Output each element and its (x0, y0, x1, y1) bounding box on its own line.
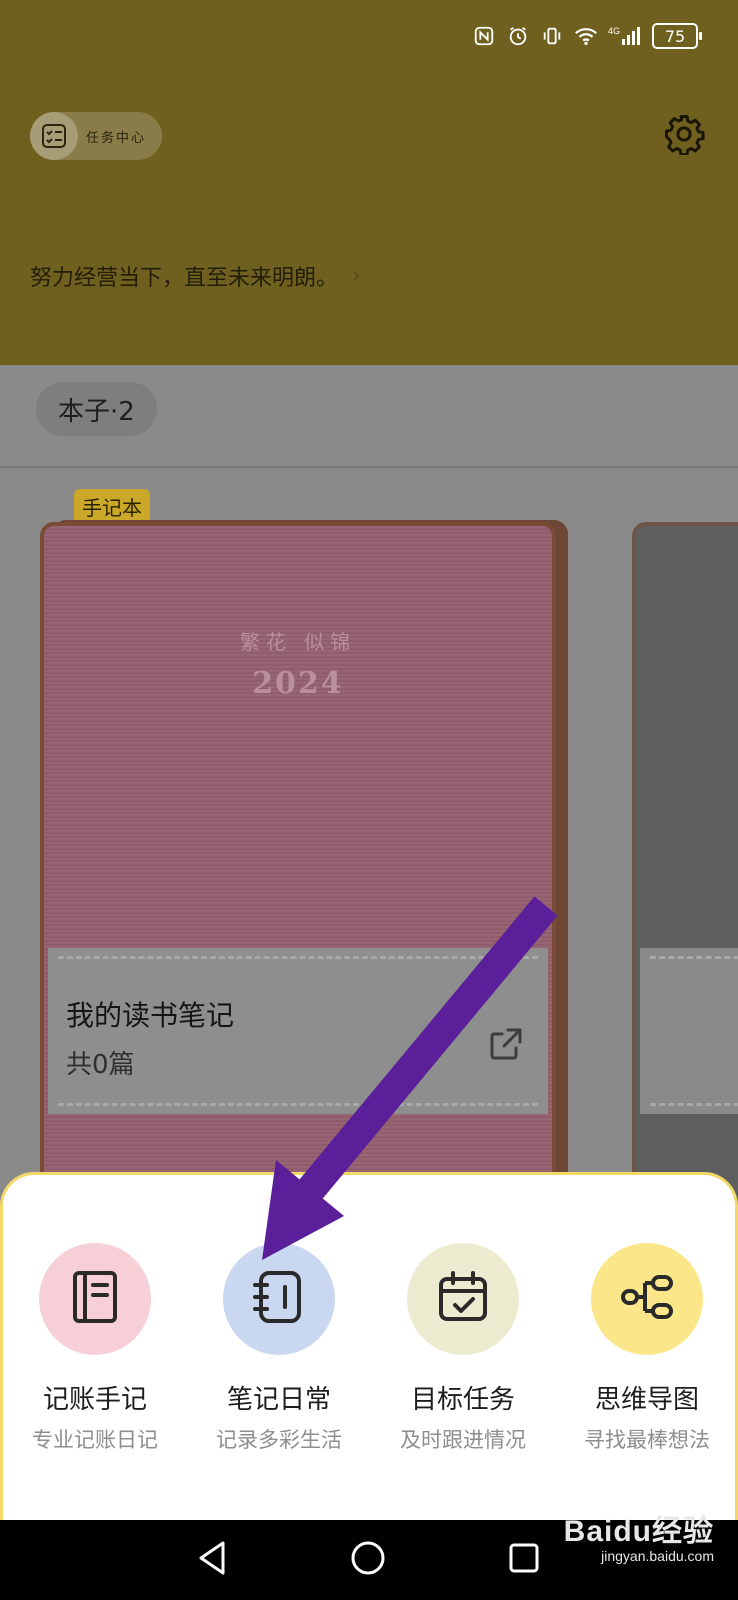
nfc-icon (472, 24, 496, 48)
notebook-type-tag: 手记本 (74, 489, 150, 523)
gear-icon (663, 113, 705, 159)
settings-button[interactable] (660, 112, 708, 160)
notebook-card[interactable]: 繁花 似锦 2024 我的读书笔记 共0篇 (40, 522, 556, 1212)
watermark-url: jingyan.baidu.com (601, 1548, 714, 1564)
notebook-count: 共0篇 (66, 1050, 135, 1080)
dashed-line (650, 956, 738, 959)
motto-link[interactable]: 努力经营当下，直至未来明朗。 › (30, 260, 361, 292)
watermark-brand: Baidu经验 (563, 1515, 714, 1548)
network-label: 4G (608, 26, 620, 36)
action-title: 记账手记 (42, 1385, 147, 1415)
action-goal-tasks[interactable]: 目标任务 及时跟进情况 (371, 1243, 555, 1454)
back-button[interactable] (190, 1538, 234, 1582)
action-subtitle: 寻找最棒想法 (584, 1428, 710, 1452)
action-subtitle: 专业记账日记 (32, 1428, 158, 1452)
dashed-line (58, 956, 538, 959)
task-center-label: 任务中心 (86, 130, 147, 146)
status-bar: 4G 75 (472, 20, 702, 52)
checklist-icon (30, 112, 78, 160)
calendar-check-icon (433, 1267, 493, 1331)
divider (0, 466, 738, 468)
dashed-line (58, 1103, 538, 1106)
action-mind-map[interactable]: 思维导图 寻找最棒想法 (555, 1243, 738, 1454)
action-ledger-notes[interactable]: 记账手记 专业记账日记 (3, 1243, 187, 1454)
notebook-card-2[interactable] (632, 522, 738, 1212)
cover-motto: 繁花 似锦 (239, 630, 357, 654)
notebook-title: 我的读书笔记 (66, 999, 235, 1032)
task-center-button[interactable]: 任务中心 (30, 112, 163, 160)
mind-map-icon (617, 1267, 677, 1331)
motto-text: 努力经营当下，直至未来明朗。 (30, 266, 339, 291)
action-title: 目标任务 (410, 1385, 515, 1415)
recents-button[interactable] (502, 1538, 546, 1582)
action-subtitle: 记录多彩生活 (216, 1428, 342, 1452)
action-icon-bg (223, 1243, 335, 1355)
action-daily-notes[interactable]: 笔记日常 记录多彩生活 (187, 1243, 371, 1454)
action-icon-bg (39, 1243, 151, 1355)
back-triangle-icon (195, 1539, 229, 1581)
create-bottom-sheet: 记账手记 专业记账日记 笔记日常 记录多彩生活 目标任务 及时跟进情况 思维导图… (0, 1172, 738, 1520)
notebook-icon (249, 1267, 309, 1331)
home-header: 4G 75 任务中心 努力经营当下，直至未来明朗。 › (0, 0, 738, 365)
home-circle-icon (349, 1539, 387, 1581)
tab-notebooks[interactable]: 本子·2 (36, 382, 157, 436)
open-external-icon[interactable] (488, 1026, 524, 1062)
action-icon-bg (407, 1243, 519, 1355)
action-title: 思维导图 (594, 1385, 699, 1415)
action-title: 笔记日常 (226, 1385, 331, 1415)
ledger-book-icon (65, 1267, 125, 1331)
notebook-label-2 (640, 948, 738, 1114)
vibrate-icon (540, 24, 564, 48)
notebook-label: 我的读书笔记 共0篇 (48, 948, 548, 1114)
dashed-line (650, 1103, 738, 1106)
wifi-icon (574, 24, 598, 48)
baidu-watermark: Baidu经验 jingyan.baidu.com (564, 1506, 714, 1564)
action-subtitle: 及时跟进情况 (400, 1428, 526, 1452)
recents-square-icon (507, 1541, 541, 1579)
cellular-signal-icon: 4G (608, 24, 642, 48)
action-icon-bg (591, 1243, 703, 1355)
cover-year: 2024 (252, 666, 344, 701)
home-button[interactable] (346, 1538, 390, 1582)
alarm-icon (506, 24, 530, 48)
chevron-right-icon: › (352, 263, 361, 289)
battery-indicator: 75 (652, 23, 702, 49)
